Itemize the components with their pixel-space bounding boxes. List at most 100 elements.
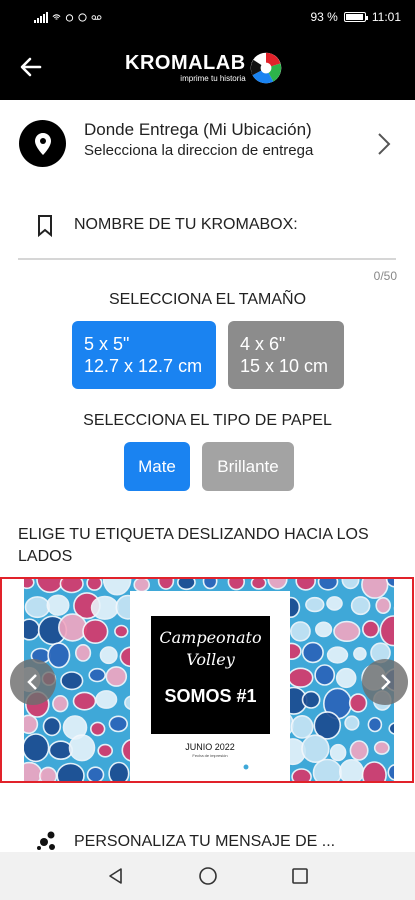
app-header: KROMALAB imprime tu historia <box>0 34 415 100</box>
back-button[interactable] <box>14 52 48 82</box>
size-option-inches: 4 x 6" <box>240 334 286 354</box>
pattern-cell <box>95 690 118 709</box>
pattern-cell <box>105 666 128 687</box>
square-recents-icon <box>291 868 308 884</box>
pattern-cell <box>314 664 336 686</box>
pattern-cell <box>362 620 380 639</box>
label-design-panel: Campeonato Volley SOMOS #1 <box>151 616 270 734</box>
size-option-cm: 12.7 x 12.7 cm <box>84 356 203 376</box>
carousel-brand-logo: KROMALAB <box>162 760 253 774</box>
carousel-next-button[interactable] <box>362 659 408 705</box>
pattern-cell <box>24 579 35 590</box>
pattern-cell <box>317 579 339 591</box>
paper-option-brillante[interactable]: Brillante <box>202 442 294 491</box>
paper-option-mate[interactable]: Mate <box>124 442 190 491</box>
size-option-inches: 5 x 5" <box>84 334 130 354</box>
location-title: Donde Entrega (Mi Ubicación) <box>84 120 312 139</box>
pattern-cell <box>350 596 371 616</box>
paper-heading: SELECCIONA EL TIPO DE PAPEL <box>83 412 332 429</box>
voicemail-icon <box>91 14 102 20</box>
pattern-cell <box>39 766 58 781</box>
location-subtitle: Selecciona la direccion de entrega <box>84 142 314 159</box>
label-script-line-2: Volley <box>186 650 235 669</box>
pattern-cell <box>339 759 364 781</box>
kromabox-name-label: NOMBRE DE TU KROMABOX: <box>74 216 298 233</box>
location-pin-icon <box>34 132 51 155</box>
pattern-cell <box>74 644 92 662</box>
pattern-cell <box>59 579 84 594</box>
pattern-cell <box>289 621 311 642</box>
battery-percent: 93 % <box>310 10 338 24</box>
status-icons-right: 93 % 11:01 <box>311 10 402 24</box>
system-home-button[interactable] <box>196 864 220 888</box>
pattern-cell <box>24 596 51 619</box>
size-option-cm: 15 x 10 cm <box>240 356 329 376</box>
size-option-5x5[interactable]: 5 x 5" 12.7 x 12.7 cm <box>72 321 216 389</box>
pattern-cell <box>312 758 343 781</box>
label-main-text: SOMOS #1 <box>164 686 257 706</box>
pattern-cell <box>335 667 357 689</box>
pattern-cell <box>86 766 105 781</box>
pattern-cell <box>86 579 103 591</box>
chevron-left-icon <box>27 674 37 690</box>
pattern-cell <box>47 642 71 669</box>
wifi-icon <box>52 13 61 20</box>
bookmark-icon <box>38 215 52 238</box>
status-bar: 93 % 11:01 <box>0 0 415 34</box>
pattern-cell <box>301 690 321 709</box>
pattern-cell <box>97 743 113 758</box>
pattern-cell <box>290 714 314 739</box>
label-date: JUNIO 2022 <box>185 742 235 752</box>
battery-level <box>345 14 363 20</box>
pattern-cell <box>287 667 314 688</box>
whatsapp-icon <box>78 12 87 22</box>
pattern-cell <box>291 768 312 781</box>
brand-logo: KROMALAB imprime tu historia <box>125 48 284 88</box>
pattern-cell <box>89 721 106 737</box>
pattern-cell <box>341 579 360 590</box>
pattern-cell <box>326 596 343 611</box>
pattern-cell <box>68 734 96 762</box>
pattern-cell <box>315 621 333 638</box>
personalize-label: PERSONALIZA TU MENSAJE DE ... <box>74 833 336 850</box>
system-back-button[interactable] <box>104 864 128 888</box>
label-card: Campeonato Volley SOMOS #1 JUNIO 2022 Fe… <box>130 591 290 781</box>
chevron-right-icon <box>378 133 391 155</box>
pattern-cell <box>108 761 130 781</box>
pattern-cell <box>57 613 88 642</box>
logo-wordmark: KROMALAB <box>125 52 246 74</box>
pattern-cell <box>60 671 84 691</box>
label-picker-heading: ELIGE TU ETIQUETA DESLIZANDO HACIA LOS L… <box>18 526 369 565</box>
pattern-cell <box>24 618 41 641</box>
size-option-4x6[interactable]: 4 x 6" 15 x 10 cm <box>228 321 344 389</box>
pattern-cell <box>349 740 369 761</box>
arrow-left-icon <box>20 57 42 77</box>
pattern-cell <box>353 647 367 661</box>
location-avatar <box>19 120 66 167</box>
pattern-cell <box>373 740 390 755</box>
pattern-cell <box>88 667 106 683</box>
status-icons-left <box>34 11 102 23</box>
clock: 11:01 <box>371 10 401 24</box>
pattern-cell <box>301 734 330 763</box>
alarm-icon <box>65 13 74 22</box>
pattern-cell <box>133 579 150 593</box>
kromabox-name-field[interactable]: NOMBRE DE TU KROMABOX: <box>0 208 415 248</box>
circle-home-icon <box>198 867 217 885</box>
delivery-location-row[interactable]: Donde Entrega (Mi Ubicación) Selecciona … <box>0 112 415 176</box>
label-carousel[interactable]: Campeonato Volley SOMOS #1 JUNIO 2022 Fe… <box>0 577 414 783</box>
pattern-cell <box>56 762 85 781</box>
pattern-cell <box>295 579 316 591</box>
label-script-line-1: Campeonato <box>159 628 262 647</box>
aperture-logo-icon <box>240 761 252 773</box>
pattern-cell <box>48 740 73 760</box>
pattern-cell <box>329 743 347 762</box>
pattern-cell <box>361 579 389 599</box>
pattern-cell <box>108 715 129 733</box>
pattern-cell <box>326 646 349 664</box>
chevron-right-icon <box>381 674 391 690</box>
carousel-prev-button[interactable] <box>10 659 56 705</box>
pattern-cell <box>305 596 325 613</box>
system-recents-button[interactable] <box>288 864 312 888</box>
pattern-cell <box>72 691 97 711</box>
